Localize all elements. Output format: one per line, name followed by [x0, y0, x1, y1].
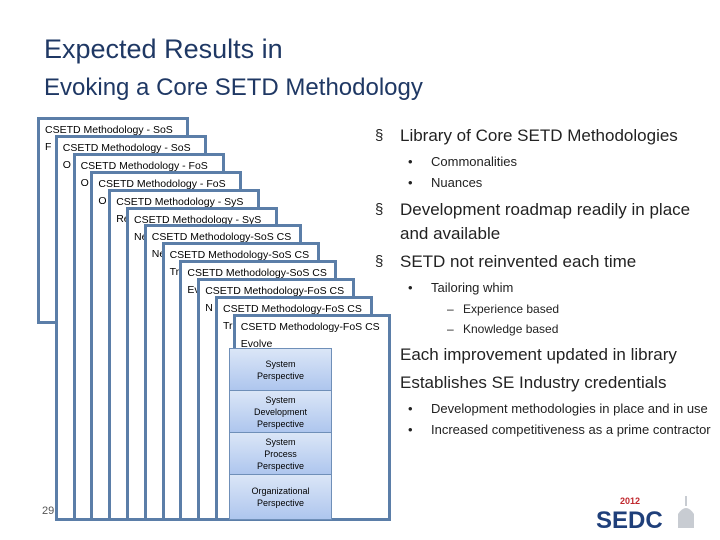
- slide-subtitle: Evoking a Core SETD Methodology: [44, 74, 423, 101]
- perspective-label: System Perspective: [256, 358, 305, 381]
- sub-sub-bullet: Experience based: [375, 299, 715, 319]
- perspective-development: System Development Perspective: [230, 391, 331, 433]
- bullet: Each improvement updated in library: [375, 343, 715, 367]
- perspective-process: System Process Perspective: [230, 433, 331, 475]
- perspective-label: Organizational Perspective: [251, 486, 310, 508]
- perspective-system: System Perspective: [230, 349, 331, 391]
- page-number: 29: [42, 505, 55, 517]
- sub-bullet: Tailoring whim: [375, 278, 715, 297]
- perspective-label: System Process Perspective: [256, 436, 305, 471]
- sub-bullet: Development methodologies in place and i…: [375, 399, 715, 418]
- capitol-spire-icon: [685, 496, 687, 506]
- perspective-organizational: Organizational Perspective: [230, 475, 331, 519]
- bullet: Establishes SE Industry credentials: [375, 371, 715, 395]
- perspective-label: System Development Perspective: [253, 394, 308, 429]
- bullet: SETD not reinvented each time: [375, 250, 715, 274]
- sub-bullet: Increased competitiveness as a prime con…: [375, 420, 715, 439]
- bullet: Development roadmap readily in place and…: [375, 198, 715, 246]
- sub-sub-bullet: Knowledge based: [375, 319, 715, 339]
- logo-year: 2012: [620, 496, 640, 506]
- logo-text: SEDC: [596, 507, 663, 534]
- capitol-dome-icon: [678, 508, 694, 528]
- sub-bullet: Nuances: [375, 173, 715, 192]
- bullet-list: Library of Core SETD Methodologies Commo…: [375, 124, 715, 441]
- sub-bullet: Commonalities: [375, 152, 715, 171]
- bullet: Library of Core SETD Methodologies: [375, 124, 715, 148]
- sedc-logo: 2012 SEDC: [596, 496, 694, 534]
- perspective-stack: System Perspective System Development Pe…: [229, 348, 332, 520]
- slide-title: Expected Results in: [44, 34, 283, 64]
- card-title: CSETD Methodology-FoS CS: [240, 320, 380, 333]
